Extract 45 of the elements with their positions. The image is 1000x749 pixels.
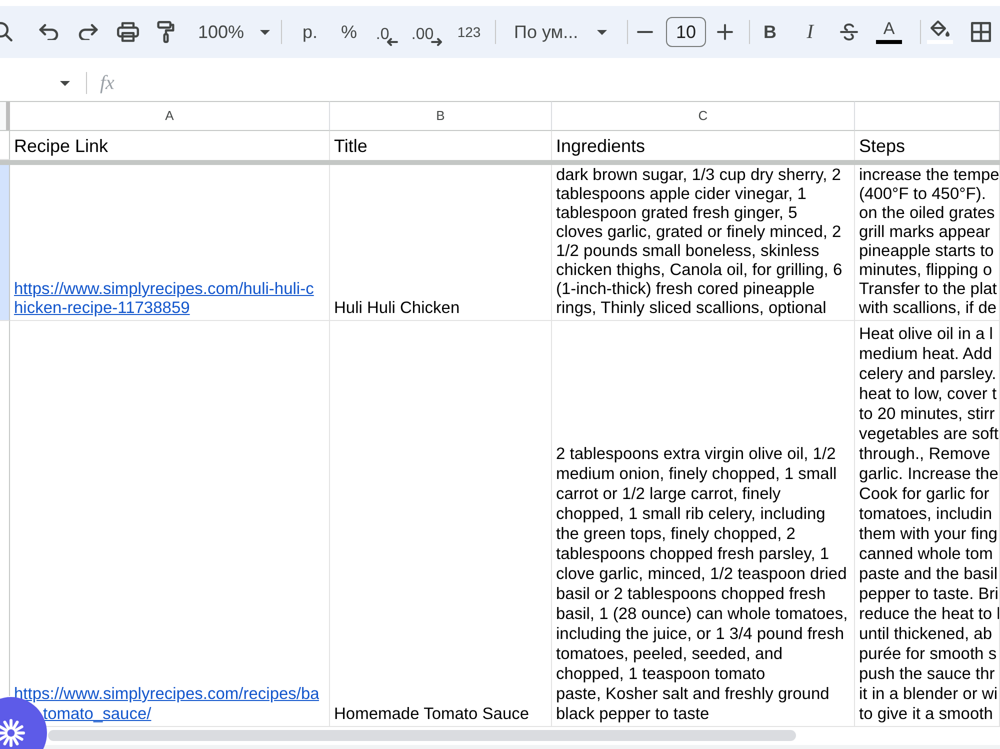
column-header[interactable]: A	[10, 101, 330, 131]
ingredients-text: dark brown sugar, 1/3 cup dry sherry, 2 tablespoons apple cider vinegar, 1 tablespoon grated fresh ginger, 5 cloves garlic, grated or finely minced, 2 1/2 pounds small boneless, skinless chicken thighs, Canola oil, for grilling, 6 (1-inch-thick) fresh cored pineapple rings, Thinly sliced scallions, optional	[556, 166, 842, 318]
column-title: Ingredients	[556, 135, 646, 157]
caret-icon	[260, 30, 270, 34]
redo-icon	[78, 24, 98, 40]
right-arrow-icon	[430, 38, 443, 46]
column-title: Steps	[859, 135, 906, 157]
italic-button[interactable]: I	[795, 17, 826, 47]
strikethrough-icon	[840, 23, 858, 41]
paint-roller-icon	[157, 21, 175, 43]
recipe-link[interactable]: https://www.simplyrecipes.com/huli-huli-c hicken-recipe-11738859	[14, 280, 314, 318]
column-header[interactable]: B	[330, 101, 552, 131]
text-color-button[interactable]: A	[874, 14, 904, 50]
starburst-icon	[0, 719, 25, 747]
paint-bucket-icon	[930, 20, 950, 38]
font-size-field[interactable]: 10	[666, 17, 706, 47]
recipe-title: Huli Huli Chicken	[334, 299, 460, 318]
currency-button[interactable]: р.	[295, 17, 326, 47]
recipe-link[interactable]: https://www.simplyrecipes.com/recipes/ba tomato_sauce/	[14, 684, 320, 724]
decrease-decimal-button[interactable]: .0	[370, 17, 404, 47]
column-title: Title	[334, 135, 368, 157]
left-arrow-icon	[386, 38, 398, 46]
percent-button[interactable]: %	[334, 17, 364, 47]
recipe-title: Homemade Tomato Sauce	[334, 704, 530, 724]
printer-icon	[117, 22, 139, 42]
bold-button[interactable]: B	[755, 17, 786, 47]
number-format-button[interactable]: 123	[451, 17, 488, 47]
color-bar-icon	[876, 40, 902, 44]
scrollbar-thumb[interactable]	[48, 730, 796, 741]
increase-decimal-button[interactable]: .00	[409, 17, 446, 47]
minus-icon	[637, 31, 654, 33]
grid-icon	[971, 22, 992, 42]
caret-icon	[60, 80, 70, 86]
ingredients-text: 2 tablespoons extra virgin olive oil, 1/2 medium onion, finely chopped, 1 small carrot or 1/2 large carrot, finely chopped, 1 small rib celery, including the green tops, finely chopped, 2 tablespoons chopped fresh parsley, 1 clove garlic, minced, 1/2 teaspoon dried basil or 2 tablespoons chopped fresh basil, 1 (28 ounce) can whole tomatoes, including the juice, or 1 3/4 pound fresh tomatoes, peeled, seeded, and chopped, 1 teaspoon tomato paste, Kosher salt and freshly ground black pepper to taste	[556, 444, 848, 724]
column-header[interactable]: C	[552, 101, 855, 131]
font-dropdown[interactable]: По ум...	[506, 17, 612, 47]
plus-icon	[717, 24, 734, 40]
freeze-handle[interactable]	[6, 102, 10, 130]
column-title: Recipe Link	[14, 135, 108, 157]
zoom-dropdown[interactable]: 100%	[190, 17, 276, 47]
caret-icon	[597, 30, 608, 34]
steps-text: increase the tempe (400°F to 450°F). on the oiled grates grill marks appear pineapple starts to minutes, flipping o Transfer to the plat with scallions, if de	[859, 166, 999, 318]
steps-text: Heat olive oil in a l medium heat. Add celery and parsley. heat to low, cover t to 20 minutes, stirr vegetables are soft through., Remove garlic. Increase the Cook for garlic for tomatoes, includin them with your fing canned whole tom paste and the basil pepper to taste. Bri reduce the heat to l until thickened, ab purée for smooth s push the sauce thr it in a blender or wi to give it a smooth	[859, 324, 999, 724]
fx-label: fx	[100, 73, 114, 93]
undo-icon	[39, 24, 59, 40]
